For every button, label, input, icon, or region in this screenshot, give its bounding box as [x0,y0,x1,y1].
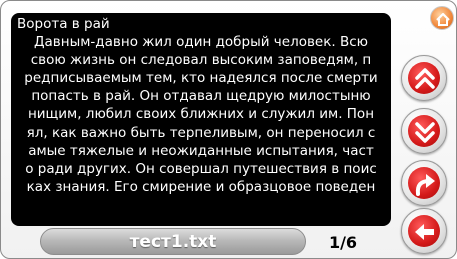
home-button[interactable] [430,6,454,30]
double-chevron-down-icon [415,122,435,143]
arrow-left-icon [415,224,434,240]
reader-text: Ворота в рай Давным-давно жил один добры… [11,15,391,196]
curved-arrow-icon [415,174,435,196]
text-line: свою жизнь он следовал высоким заповедям… [30,52,372,69]
text-line: Давным-давно жил один добрый человек. Вс… [33,34,369,51]
double-chevron-up-icon [415,68,435,89]
text-line: ял, как важно быть терпеливым, он перено… [26,124,376,141]
text-line: нищим, любил своих ближних и служил им. … [27,106,375,123]
turn-button[interactable] [401,160,447,206]
text-line: о ради других. Он совершал путешествия в… [25,160,377,177]
home-icon [436,12,450,26]
text-reader-panel[interactable]: Ворота в рай Давным-давно жил один добры… [11,13,391,226]
page-counter: 1/6 [328,232,358,252]
text-line: попасть в рай. Он отдавал щедрую милосты… [31,88,371,105]
filename-bar[interactable]: тест1.txt [40,228,306,255]
page-down-button[interactable] [401,108,447,154]
back-button[interactable] [401,208,447,254]
text-line: ках знания. Его смирение и образцовое по… [26,178,376,195]
page-up-button[interactable] [401,55,447,101]
document-title: Ворота в рай [17,16,110,32]
text-line: редписываемым тем, кто надеялся после см… [24,70,378,87]
text-line: амые тяжелые и неожиданные испытания, ча… [28,142,374,159]
file-name: тест1.txt [129,231,217,252]
